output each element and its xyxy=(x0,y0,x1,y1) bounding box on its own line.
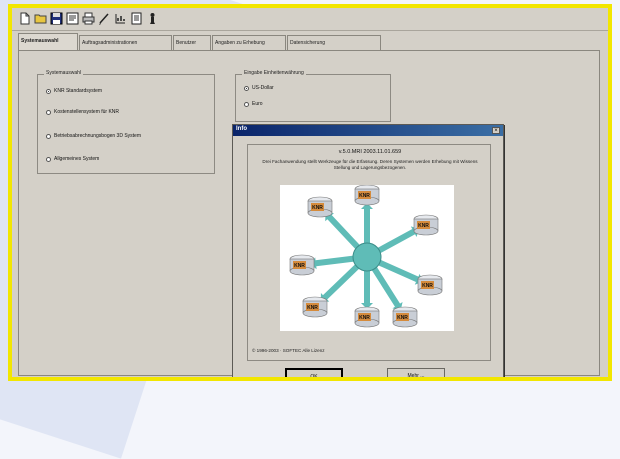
highlight-frame: Systemauswahl Auftragsadministrationen B… xyxy=(8,4,612,381)
tab-auftragsadministrationen[interactable]: Auftragsadministrationen xyxy=(79,35,172,50)
tab-angaben[interactable]: Angaben zu Erhebung xyxy=(212,35,286,50)
radio-button[interactable] xyxy=(244,101,249,107)
dialog-title-bar[interactable]: Info × xyxy=(233,125,503,136)
list-icon[interactable] xyxy=(113,11,128,26)
option-allgemein[interactable]: Allgemeines System xyxy=(46,156,99,162)
copyright-text: © 1996-2003 · SOFTEC Alle Lizenz xyxy=(252,348,325,353)
currency-group: Eingabe Einheitenwährung US-Dollar Euro xyxy=(235,70,391,122)
close-icon[interactable]: × xyxy=(492,127,500,134)
diagram-node: KNR xyxy=(354,184,380,206)
more-button[interactable]: Mehr ... xyxy=(387,368,445,377)
info-dialog: Info × v.5.0.MRI 2003.11.01.659 Drei Fac… xyxy=(232,124,504,377)
radio-button[interactable] xyxy=(46,133,51,139)
diagram-node-label: KNR xyxy=(359,193,370,199)
toolbar xyxy=(12,8,608,31)
option-knr-standard[interactable]: KNR Standardsystem xyxy=(46,88,102,94)
tab-systemauswahl[interactable]: Systemauswahl xyxy=(18,33,78,50)
new-file-icon[interactable] xyxy=(17,11,32,26)
diagram-node-label: KNR xyxy=(418,223,429,229)
draw-icon[interactable] xyxy=(97,11,112,26)
diagram-node: KNR xyxy=(307,196,333,218)
diagram-hub xyxy=(352,242,382,272)
diagram-node: KNR xyxy=(392,306,418,328)
diagram-node-label: KNR xyxy=(359,315,370,321)
group-title: Eingabe Einheitenwährung xyxy=(242,70,306,76)
diagram-node: KNR xyxy=(413,214,439,236)
diagram-node: KNR xyxy=(354,306,380,328)
radio-button[interactable] xyxy=(46,88,51,94)
radio-button[interactable] xyxy=(244,85,249,91)
save-icon[interactable] xyxy=(49,11,64,26)
radio-button[interactable] xyxy=(46,156,51,162)
system-selection-group: Systemauswahl KNR Standardsystem Kostens… xyxy=(37,70,215,174)
tab-benutzer[interactable]: Benutzer xyxy=(173,35,211,50)
option-kostenstellen[interactable]: Kostenstellensystem für KNR xyxy=(46,109,119,115)
version-text: v.5.0.MRI 2003.11.01.659 xyxy=(338,149,402,155)
diagram-node-label: KNR xyxy=(397,315,408,321)
diagram-node: KNR xyxy=(289,254,315,276)
diagram-node-label: KNR xyxy=(307,305,318,311)
info-icon[interactable] xyxy=(145,11,160,26)
open-folder-icon[interactable] xyxy=(33,11,48,26)
option-usd[interactable]: US-Dollar xyxy=(244,85,274,91)
ok-button[interactable]: OK xyxy=(285,368,343,377)
radio-button[interactable] xyxy=(46,109,51,115)
diagram-node-label: KNR xyxy=(422,283,433,289)
group-title: Systemauswahl xyxy=(44,70,84,76)
option-betriebsabrechnung[interactable]: Betriebsabrechnungsbogen 3D System xyxy=(46,133,141,139)
diagram-node-label: KNR xyxy=(294,263,305,269)
option-euro[interactable]: Euro xyxy=(244,101,263,107)
tab-datensicherung[interactable]: Datensicherung xyxy=(287,35,381,50)
dialog-content: v.5.0.MRI 2003.11.01.659 Drei Fachanwend… xyxy=(247,144,491,361)
diagram-node: KNR xyxy=(417,274,443,296)
diagram-node: KNR xyxy=(302,296,328,318)
network-diagram: KNR KNR KNR KNR KNR KNR KNR KNR xyxy=(280,184,454,331)
print-preview-icon[interactable] xyxy=(65,11,80,26)
print-icon[interactable] xyxy=(81,11,96,26)
diagram-node-label: KNR xyxy=(312,205,323,211)
document-icon[interactable] xyxy=(129,11,144,26)
dialog-title: Info xyxy=(236,126,247,132)
description-text: Drei Fachanwendung stellt Werkzeuge für … xyxy=(262,159,478,170)
